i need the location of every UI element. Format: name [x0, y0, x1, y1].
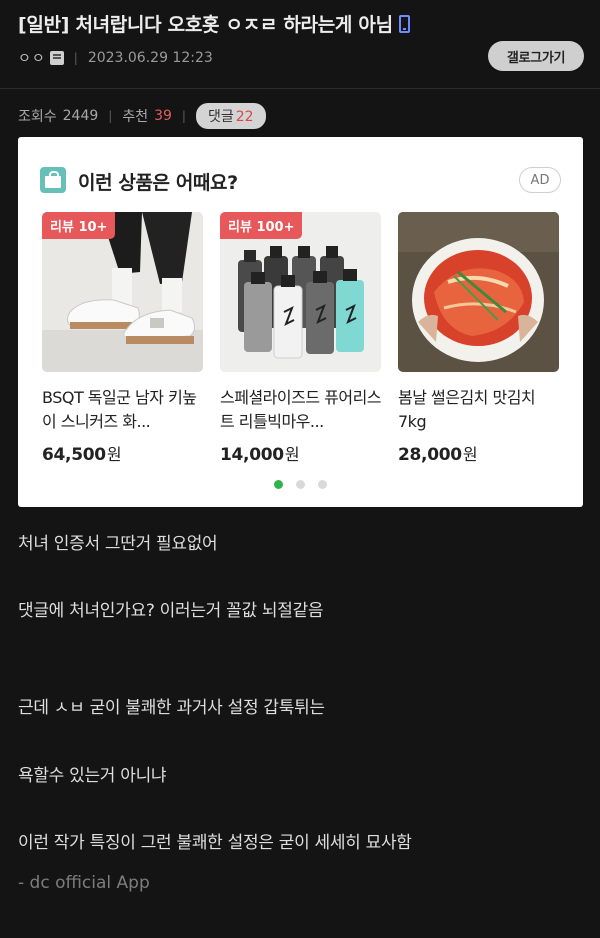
product-price: 28,000원: [398, 441, 559, 465]
ad-product[interactable]: 리뷰 10+ BSQT 독일군 남자 키높이 스니커즈 화... 64,500원: [42, 212, 203, 465]
product-image-kimchi[interactable]: [398, 212, 559, 372]
views-count: 2449: [62, 108, 99, 124]
stats-divider: |: [181, 109, 186, 123]
review-tag: 리뷰 10+: [42, 212, 116, 239]
writer-icon: [49, 51, 64, 65]
comments-count: 22: [235, 109, 254, 125]
post-stats: 조회수 2449 | 추천 39 | 댓글 22: [18, 103, 266, 129]
gallog-button[interactable]: 갤로그가기: [488, 41, 584, 71]
product-price: 14,000원: [220, 441, 381, 465]
carousel-dot[interactable]: [318, 480, 327, 489]
product-name[interactable]: BSQT 독일군 남자 키높이 스니커즈 화...: [42, 386, 203, 434]
stats-divider: |: [108, 109, 113, 123]
post-body-line: 근데 ㅅㅂ 굳이 불쾌한 과거사 설정 갑툭튀는: [18, 698, 325, 718]
recommend-count: 39: [154, 108, 172, 124]
product-image-bottles[interactable]: 리뷰 100+: [220, 212, 381, 372]
post-title: [일반] 처녀랍니다 오호홋 ㅇㅈㄹ 하라는게 아님: [18, 10, 410, 37]
recommend-label: 추천: [122, 109, 149, 125]
post-header: [일반] 처녀랍니다 오호홋 ㅇㅈㄹ 하라는게 아님 ㅇㅇ | 2023.06.…: [0, 0, 600, 88]
ad-product[interactable]: 봄날 썰은김치 맛김치 7kg 28,000원: [398, 212, 559, 465]
ad-badge[interactable]: AD: [519, 167, 561, 193]
price-unit: 원: [106, 445, 122, 464]
meta-divider: |: [73, 51, 78, 65]
price-value: 64,500: [42, 445, 106, 465]
price-unit: 원: [462, 445, 478, 464]
product-name[interactable]: 스페셜라이즈드 퓨어리스트 리틀빅마우...: [220, 386, 381, 434]
app-signature: - dc official App: [18, 873, 150, 893]
product-price: 64,500원: [42, 441, 203, 465]
ad-product[interactable]: 리뷰 100+ 스페셜라이즈드 퓨어리스트 리틀빅마우... 14,000원: [220, 212, 381, 465]
comments-button[interactable]: 댓글 22: [195, 103, 266, 129]
post-title-text: [일반] 처녀랍니다 오호홋 ㅇㅈㄹ 하라는게 아님: [18, 14, 393, 36]
carousel-dot-active[interactable]: [274, 480, 283, 489]
comments-label: 댓글: [207, 109, 234, 125]
post-body-line: 댓글에 처녀인가요? 이러는거 꼴값 뇌절같음: [18, 601, 324, 621]
price-value: 14,000: [220, 445, 284, 465]
ad-card: 이런 상품은 어때요? AD 리뷰 10+ BSQT 독일군 남자 키높이 스니…: [18, 137, 583, 507]
post-body-line: 처녀 인증서 그딴거 필요없어: [18, 534, 218, 554]
post-body-line: 이런 작가 특징이 그런 불쾌한 설정은 굳이 세세히 묘사함: [18, 833, 412, 853]
review-tag: 리뷰 100+: [220, 212, 303, 239]
views-label: 조회수: [18, 109, 57, 125]
post-date: 2023.06.29 12:23: [87, 50, 213, 66]
carousel-pagination: [18, 480, 583, 489]
ad-heading: 이런 상품은 어때요?: [78, 172, 238, 194]
writer-name[interactable]: ㅇㅇ: [18, 48, 46, 68]
shopping-bag-icon: [40, 167, 66, 193]
product-image-sneakers[interactable]: 리뷰 10+: [42, 212, 203, 372]
post-body-line: 욕할수 있는거 아니냐: [18, 766, 167, 786]
product-name[interactable]: 봄날 썰은김치 맛김치 7kg: [398, 386, 559, 434]
price-unit: 원: [284, 445, 300, 464]
post-meta: ㅇㅇ | 2023.06.29 12:23: [18, 49, 213, 67]
price-value: 28,000: [398, 445, 462, 465]
carousel-dot[interactable]: [296, 480, 305, 489]
phone-icon: [398, 15, 410, 33]
header-divider: [0, 88, 600, 89]
